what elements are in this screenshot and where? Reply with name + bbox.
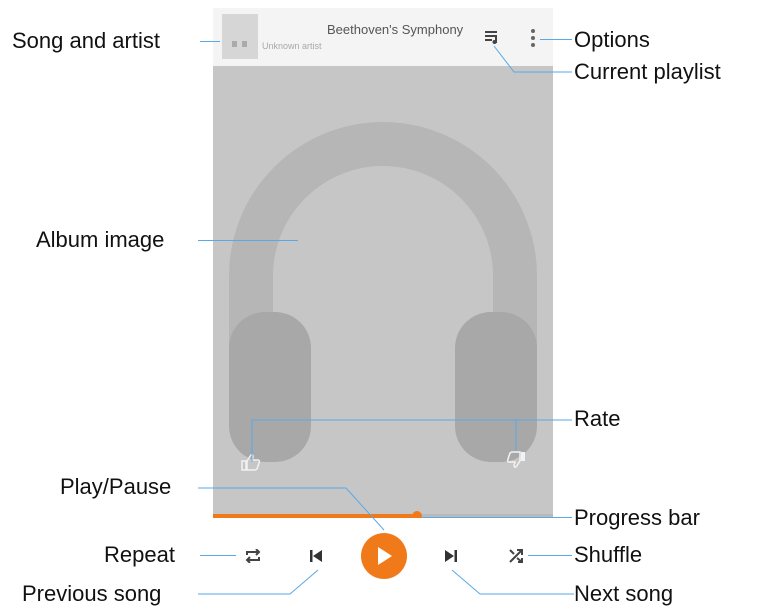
label-progress-bar: Progress bar [574,505,700,530]
leader-rate [251,419,572,462]
skip-previous-icon[interactable] [306,546,326,566]
play-pause-button[interactable] [361,533,407,579]
skip-next-icon[interactable] [441,546,461,566]
label-previous-song: Previous song [22,581,162,606]
label-options: Options [574,27,650,52]
album-thumbnail[interactable] [222,14,258,59]
leader-playlist [493,45,572,73]
label-shuffle: Shuffle [574,542,643,567]
song-title[interactable]: Beethoven's Symphony [327,22,472,37]
leader-repeat [200,555,236,556]
shuffle-icon[interactable] [506,546,526,566]
label-next-song: Next song [574,581,674,606]
repeat-icon[interactable] [243,546,263,566]
song-artist[interactable]: Unknown artist [262,41,322,51]
label-rate: Rate [574,406,621,431]
label-repeat: Repeat [104,542,175,567]
leader-progress [422,517,572,518]
play-icon [378,547,392,565]
leader-shuffle [528,555,572,556]
leader-next [451,569,574,595]
leader-play [198,487,385,531]
label-current-playlist: Current playlist [574,59,721,84]
label-song-and-artist: Song and artist [12,28,160,53]
leader-previous [198,569,319,595]
leader-song [200,41,220,42]
label-album-image: Album image [36,227,165,252]
leader-album [198,240,298,241]
leader-options [540,39,572,40]
label-play-pause: Play/Pause [60,474,172,499]
